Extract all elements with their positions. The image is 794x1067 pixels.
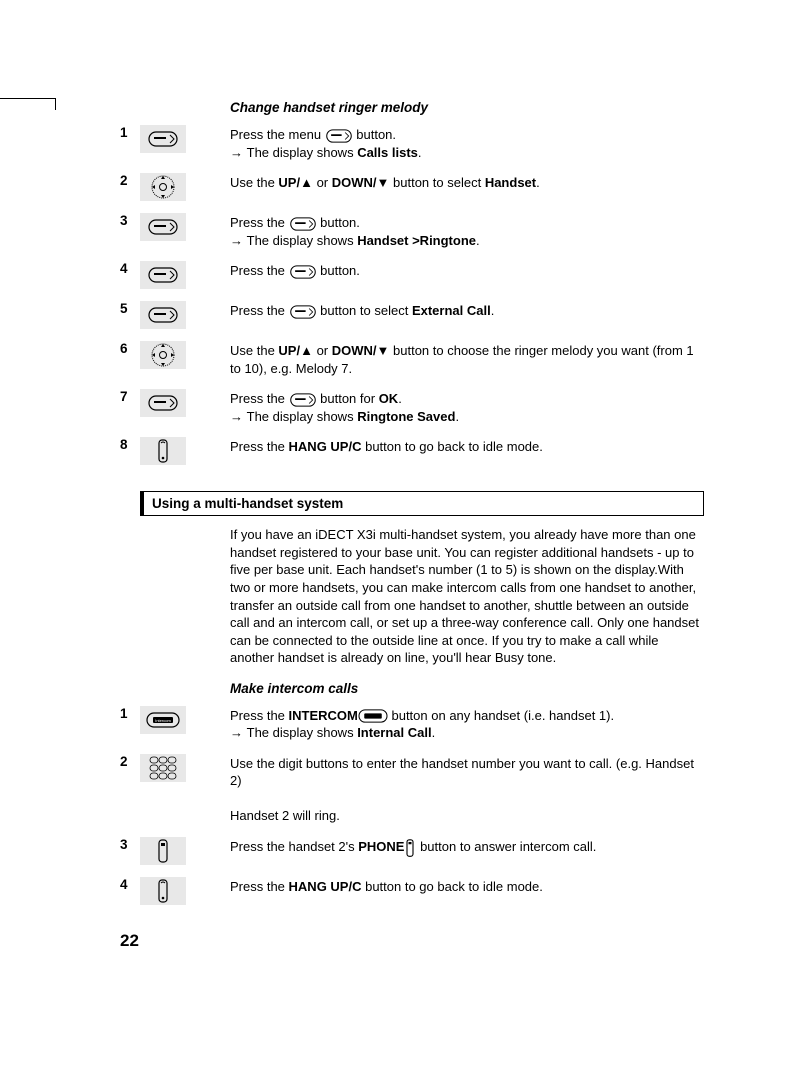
menu-button-icon (140, 213, 186, 241)
intercom-icon: Intercom (140, 706, 186, 734)
step-number: 2 (120, 754, 140, 769)
step-number: 4 (120, 261, 140, 276)
step-row: 3 Press the button. → The display shows … (120, 213, 704, 249)
hangup-icon (140, 877, 186, 905)
step-row: 6 Use the UP/▲ or DOWN/▼ button to choos… (120, 341, 704, 377)
step-row: 4 Press the HANG UP/C button to go back … (120, 877, 704, 905)
phone-icon (140, 837, 186, 865)
step-text: Press the button to select External Call… (230, 301, 704, 320)
nav-pad-icon (140, 341, 186, 369)
menu-button-icon (140, 301, 186, 329)
intro-paragraph: If you have an iDECT X3i multi-handset s… (230, 526, 704, 666)
step-row: 2 Use the digit buttons to enter the han… (120, 754, 704, 825)
hangup-icon (140, 437, 186, 465)
step-number: 4 (120, 877, 140, 892)
section-title-1: Change handset ringer melody (230, 100, 704, 115)
step-row: 1 Intercom Press the INTERCOM button on … (120, 706, 704, 742)
step-number: 1 (120, 706, 140, 721)
step-number: 5 (120, 301, 140, 316)
step-text: Use the UP/▲ or DOWN/▼ button to select … (230, 173, 704, 192)
step-text: Press the HANG UP/C button to go back to… (230, 437, 704, 456)
menu-button-icon (140, 125, 186, 153)
step-text: Press the button. → The display shows Ha… (230, 213, 704, 249)
step-text: Press the button for OK. → The display s… (230, 389, 704, 425)
step-number: 1 (120, 125, 140, 140)
step-text: Use the digit buttons to enter the hands… (230, 754, 704, 825)
step-text: Press the HANG UP/C button to go back to… (230, 877, 704, 896)
step-row: 2 Use the UP/▲ or DOWN/▼ button to selec… (120, 173, 704, 201)
menu-button-icon (140, 389, 186, 417)
step-number: 7 (120, 389, 140, 404)
step-text: Press the button. (230, 261, 704, 280)
step-number: 6 (120, 341, 140, 356)
keypad-icon (140, 754, 186, 782)
step-text: Press the INTERCOM button on any handset… (230, 706, 704, 742)
crop-mark (55, 98, 56, 110)
step-row: 1 Press the menu button. → The display s… (120, 125, 704, 161)
step-number: 8 (120, 437, 140, 452)
menu-button-icon (140, 261, 186, 289)
section-title-2: Make intercom calls (230, 681, 704, 696)
section-heading-box: Using a multi-handset system (140, 491, 704, 516)
step-text: Press the handset 2's PHONE button to an… (230, 837, 704, 857)
step-number: 3 (120, 213, 140, 228)
page-number: 22 (120, 931, 704, 951)
step-number: 3 (120, 837, 140, 852)
svg-text:Intercom: Intercom (155, 718, 171, 723)
crop-mark (0, 98, 55, 99)
step-row: 5 Press the button to select External Ca… (120, 301, 704, 329)
step-text: Use the UP/▲ or DOWN/▼ button to choose … (230, 341, 704, 377)
step-row: 3 Press the handset 2's PHONE button to … (120, 837, 704, 865)
step-row: 8 Press the HANG UP/C button to go back … (120, 437, 704, 465)
step-row: 7 Press the button for OK. → The display… (120, 389, 704, 425)
step-number: 2 (120, 173, 140, 188)
nav-pad-icon (140, 173, 186, 201)
step-row: 4 Press the button. (120, 261, 704, 289)
step-text: Press the menu button. → The display sho… (230, 125, 704, 161)
